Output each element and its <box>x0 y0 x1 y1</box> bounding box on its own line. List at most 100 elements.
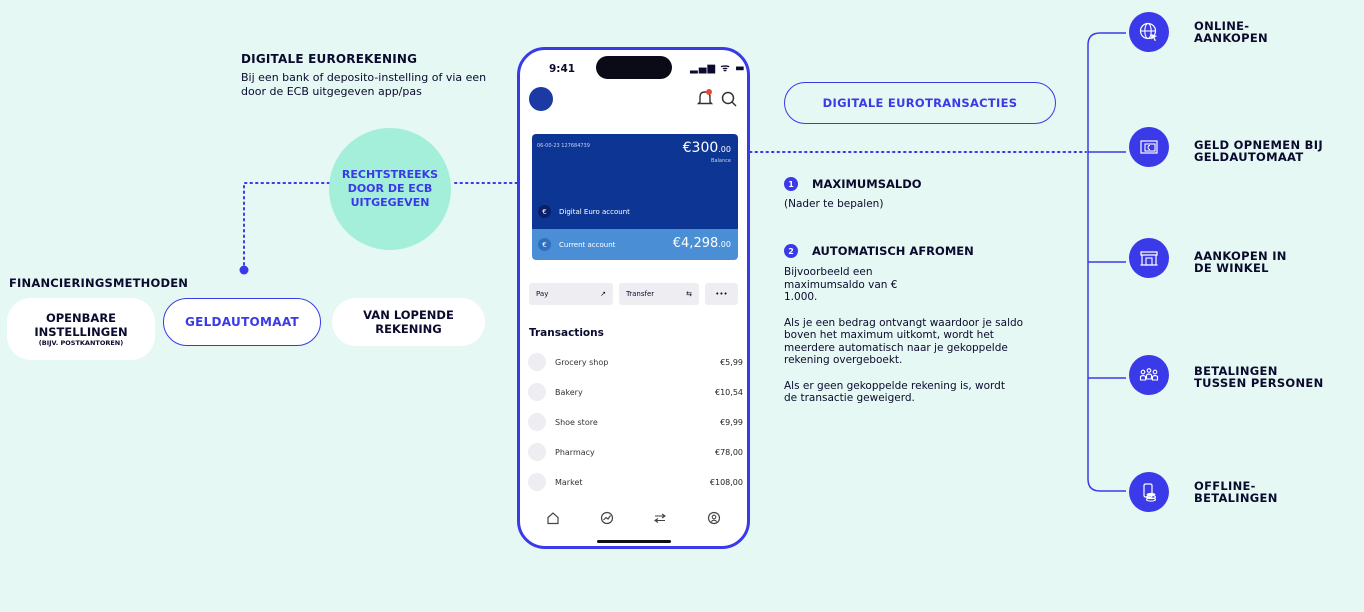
list-item[interactable]: Shoe store €9,99 <box>528 407 743 437</box>
transaction-name: Pharmacy <box>555 447 595 457</box>
digital-euro-card: 06-00-23 127684739 €300.00 Balance € Dig… <box>532 134 738 229</box>
transaction-name: Shoe store <box>555 417 598 427</box>
dotted-line-ecb-to-funding <box>243 182 330 269</box>
account-number: 06-00-23 127684739 <box>537 143 590 149</box>
online-aankopen-label: ONLINE- AANKOPEN <box>1194 20 1268 44</box>
automatisch-afromen-title: AUTOMATISCH AFROMEN <box>812 244 974 258</box>
transaction-amount: €9,99 <box>720 417 743 427</box>
merchant-avatar <box>528 443 546 461</box>
digital-euro-account-row: € Digital Euro account <box>538 205 630 218</box>
ecb-issued-label: RECHTSTREEKS DOOR DE ECB UITGEGEVEN <box>341 168 439 209</box>
atm-icon <box>1140 140 1158 154</box>
betalingen-personen-label: BETALINGEN TUSSEN PERSONEN <box>1194 365 1324 389</box>
status-icons: ▂▄▆ ᯤ ▬ <box>690 63 746 74</box>
profile-icon[interactable] <box>707 511 721 525</box>
number-badge-1: 1 <box>784 177 798 191</box>
current-balance-main: €4,298 <box>672 236 719 251</box>
current-balance-cents: .00 <box>718 240 731 249</box>
use-case-line2: DE WINKEL <box>1194 261 1269 275</box>
store-icon <box>1140 251 1158 266</box>
use-case-line2: BETALINGEN <box>1194 491 1278 505</box>
pay-label: Pay <box>536 290 549 298</box>
pay-button[interactable]: Pay ↗ <box>529 283 613 305</box>
current-account-card[interactable]: € Current account €4,298.00 <box>532 229 738 260</box>
home-indicator <box>597 540 671 543</box>
dynamic-island <box>596 56 672 79</box>
digitale-eurotransacties-pill: DIGITALE EUROTRANSACTIES <box>784 82 1056 124</box>
atm-icon-circle <box>1129 127 1169 167</box>
openbare-line2: INSTELLINGEN <box>34 325 128 339</box>
ecb-issued-circle: RECHTSTREEKS DOOR DE ECB UITGEGEVEN <box>329 128 451 250</box>
notification-dot <box>706 89 712 95</box>
offline-icon-circle <box>1129 472 1169 512</box>
chart-icon[interactable] <box>600 511 614 525</box>
merchant-avatar <box>528 413 546 431</box>
funding-lopende-rekening: VAN LOPENDE REKENING <box>332 298 485 346</box>
merchant-avatar <box>528 473 546 491</box>
funding-geldautomaat: GELDAUTOMAAT <box>163 298 321 346</box>
euro-icon: € <box>538 238 551 251</box>
merchant-avatar <box>528 383 546 401</box>
list-item[interactable]: Grocery shop €5,99 <box>528 347 743 377</box>
balance-amount: €300.00 <box>683 140 731 156</box>
automatisch-afromen-description: Bijvoorbeeld een maximumsaldo van € 1.00… <box>784 266 1044 418</box>
openbare-note: (BIJV. POSTKANTOREN) <box>38 339 124 347</box>
openbare-line1: OPENBARE <box>45 311 117 325</box>
digitale-eurorekening-title: DIGITALE EUROREKENING <box>241 52 418 66</box>
aankopen-winkel-label: AANKOPEN IN DE WINKEL <box>1194 250 1287 274</box>
merchant-avatar <box>528 353 546 371</box>
store-icon-circle <box>1129 238 1169 278</box>
maximumsaldo-description: (Nader te bepalen) <box>784 198 884 210</box>
globe-cursor-icon <box>1139 22 1157 41</box>
balance-main: €300 <box>682 140 719 156</box>
account-card[interactable]: 06-00-23 127684739 €300.00 Balance € Dig… <box>532 134 738 260</box>
offline-betalingen-label: OFFLINE- BETALINGEN <box>1194 480 1278 504</box>
people-icon-circle <box>1129 355 1169 395</box>
use-case-line2: GELDAUTOMAAT <box>1194 150 1304 164</box>
swap-arrows-icon: ⇆ <box>686 290 692 298</box>
transfer-icon[interactable] <box>653 511 667 525</box>
automatisch-afromen-heading: 2 AUTOMATISCH AFROMEN <box>784 244 974 258</box>
more-dots-icon: ••• <box>715 290 728 298</box>
coins-phone-icon <box>1143 483 1157 502</box>
digital-euro-account-label: Digital Euro account <box>559 207 630 216</box>
maximumsaldo-title: MAXIMUMSALDO <box>812 177 922 191</box>
transactions-list: Grocery shop €5,99 Bakery €10,54 Shoe st… <box>528 347 743 497</box>
financieringsmethoden-title: FINANCIERINGSMETHODEN <box>9 276 189 290</box>
transaction-name: Bakery <box>555 387 583 397</box>
transactions-title: Transactions <box>529 327 604 339</box>
avatar[interactable] <box>529 87 553 111</box>
funding-openbare-instellingen: OPENBARE INSTELLINGEN (BIJV. POSTKANTORE… <box>7 298 155 360</box>
people-icon <box>1139 368 1159 381</box>
status-time: 9:41 <box>549 63 576 75</box>
afromen-paragraph-1: Bijvoorbeeld een maximumsaldo van € 1.00… <box>784 266 898 303</box>
transaction-name: Market <box>555 477 583 487</box>
digitale-eurorekening-description: Bij een bank of deposito-instelling of v… <box>241 71 487 98</box>
arrow-up-right-icon: ↗ <box>600 290 606 298</box>
list-item[interactable]: Bakery €10,54 <box>528 377 743 407</box>
transfer-label: Transfer <box>626 290 655 298</box>
use-case-line2: AANKOPEN <box>1194 31 1268 45</box>
more-button[interactable]: ••• <box>705 283 738 305</box>
transfer-button[interactable]: Transfer ⇆ <box>619 283 699 305</box>
geld-opnemen-label: GELD OPNEMEN BIJ GELDAUTOMAAT <box>1194 139 1323 163</box>
transaction-amount: €10,54 <box>715 387 743 397</box>
balance-label: Balance <box>711 158 731 164</box>
funding-node-dot <box>239 265 249 275</box>
use-case-line2: TUSSEN PERSONEN <box>1194 376 1324 390</box>
search-icon[interactable] <box>720 90 738 108</box>
action-buttons: Pay ↗ Transfer ⇆ ••• <box>529 283 738 305</box>
afromen-paragraph-3: Als er geen gekoppelde rekening is, word… <box>784 379 1005 405</box>
current-account-row: € Current account <box>538 238 615 251</box>
transaction-name: Grocery shop <box>555 357 609 367</box>
balance-cents: .00 <box>718 145 731 154</box>
list-item[interactable]: Pharmacy €78,00 <box>528 437 743 467</box>
list-item[interactable]: Market €108,00 <box>528 467 743 497</box>
home-icon[interactable] <box>546 511 560 525</box>
afromen-paragraph-2: Als je een bedrag ontvangt waardoor je s… <box>784 316 1024 367</box>
phone-mockup: 9:41 ▂▄▆ ᯤ ▬ 06-00-23 127684739 €300.00 … <box>517 47 750 549</box>
transaction-amount: €5,99 <box>720 357 743 367</box>
current-account-balance: €4,298.00 <box>673 236 731 251</box>
maximumsaldo-heading: 1 MAXIMUMSALDO <box>784 177 922 191</box>
euro-icon: € <box>538 205 551 218</box>
